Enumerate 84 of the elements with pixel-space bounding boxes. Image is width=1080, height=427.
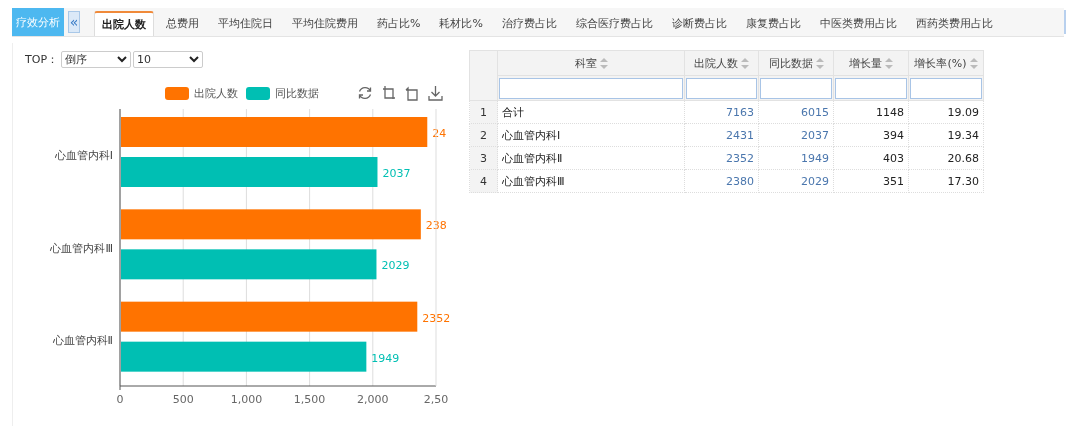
axis-tick-label: 2,000 (357, 393, 389, 406)
table-cell: 合计 (497, 100, 685, 124)
table-cell: 20.68 (908, 146, 984, 170)
row-number: 4 (469, 169, 498, 193)
bar[interactable] (121, 209, 421, 240)
table-cell: 394 (833, 123, 909, 147)
tab[interactable]: 中医类费用占比 (812, 11, 904, 36)
legend-item[interactable]: 出院人数 (165, 85, 238, 101)
value-label: 1949 (371, 351, 400, 365)
column-header[interactable]: 科室 (497, 50, 685, 76)
filter-input[interactable] (760, 77, 832, 99)
axis-tick-label: 2,50 (423, 393, 449, 406)
sort-icon[interactable] (885, 57, 893, 69)
table-cell: 17.30 (908, 169, 984, 193)
tab[interactable]: 诊断费占比 (664, 11, 734, 36)
filter-input[interactable] (499, 77, 683, 99)
category-label: 心血管内科Ⅱ (52, 333, 113, 347)
square-bracket-icon[interactable] (382, 85, 396, 101)
count-select[interactable]: 10 (133, 51, 203, 68)
bar[interactable] (121, 301, 418, 332)
sort-icon[interactable] (969, 57, 978, 69)
axis-tick-label: 1,500 (293, 393, 326, 406)
axis-tick-label: 1,000 (230, 393, 263, 406)
tab[interactable]: 西药类费用占比 (908, 11, 1000, 36)
sort-icon[interactable] (599, 57, 608, 69)
bar[interactable] (121, 341, 367, 372)
top-label: TOP： (25, 52, 58, 67)
tab[interactable]: 平均住院费用 (285, 11, 365, 36)
table-cell: 19.09 (908, 100, 984, 124)
value-label: 2037 (382, 167, 411, 180)
bar[interactable] (121, 249, 377, 280)
tab[interactable]: 出院人数 (94, 11, 154, 36)
legend-item[interactable]: 同比数据 (246, 85, 319, 101)
category-label: 心血管内科Ⅰ (54, 149, 113, 163)
table-cell: 1949 (758, 146, 834, 170)
refresh-icon[interactable] (357, 85, 373, 101)
download-icon[interactable] (428, 85, 443, 101)
tab[interactable]: 耗材比% (432, 11, 490, 36)
table-cell: 心血管内科Ⅲ (497, 169, 685, 193)
value-label: 2352 (422, 311, 451, 325)
value-label: 24 (432, 127, 447, 140)
row-number: 3 (469, 146, 498, 170)
table-cell: 2029 (758, 169, 834, 193)
tab[interactable]: 治疗费占比 (494, 11, 564, 36)
row-number: 1 (469, 100, 498, 124)
sort-icon[interactable] (815, 57, 824, 69)
column-header[interactable]: 同比数据 (758, 50, 834, 76)
table-cell: 心血管内科Ⅱ (497, 146, 685, 170)
table-cell: 19.34 (908, 123, 984, 147)
table-cell: 403 (833, 146, 909, 170)
value-label: 2029 (381, 259, 410, 273)
tab[interactable]: 康复费占比 (738, 11, 808, 36)
table-cell: 1148 (833, 100, 909, 124)
sort-icon[interactable] (741, 57, 749, 69)
column-header[interactable]: 增长率(%) (908, 50, 984, 76)
value-label: 238 (425, 219, 447, 233)
table-cell: 心血管内科Ⅰ (497, 123, 685, 147)
bar[interactable] (121, 117, 428, 147)
bar[interactable] (121, 157, 378, 187)
table-cell: 2431 (684, 123, 759, 147)
column-header[interactable]: 增长量 (833, 50, 909, 76)
tab[interactable]: 总费用 (159, 11, 206, 36)
square-bracket-icon[interactable] (405, 85, 419, 101)
category-label: 心血管内科Ⅲ (50, 241, 113, 255)
filter-input[interactable] (686, 77, 757, 99)
filter-input[interactable] (910, 77, 982, 99)
column-header[interactable]: 出院人数 (684, 50, 759, 76)
table-cell: 7163 (684, 100, 759, 124)
axis-tick-label: 500 (172, 393, 194, 406)
chevron-down-icon[interactable] (117, 56, 127, 63)
table-cell: 2037 (758, 123, 834, 147)
table-cell: 6015 (758, 100, 834, 124)
axis-tick-label: 0 (116, 393, 124, 406)
row-number: 2 (469, 123, 498, 147)
collapse-button[interactable]: « (68, 11, 80, 33)
table-cell: 351 (833, 169, 909, 193)
filter-input[interactable] (835, 77, 907, 99)
tab[interactable]: 平均住院日 (211, 11, 280, 36)
order-select[interactable]: 倒序 (61, 51, 131, 68)
chevron-down-icon[interactable] (189, 56, 199, 63)
tab[interactable]: 综合医疗费占比 (568, 11, 660, 36)
table-cell: 2352 (684, 146, 759, 170)
table-cell: 2380 (684, 169, 759, 193)
tab[interactable]: 药占比% (370, 11, 428, 36)
